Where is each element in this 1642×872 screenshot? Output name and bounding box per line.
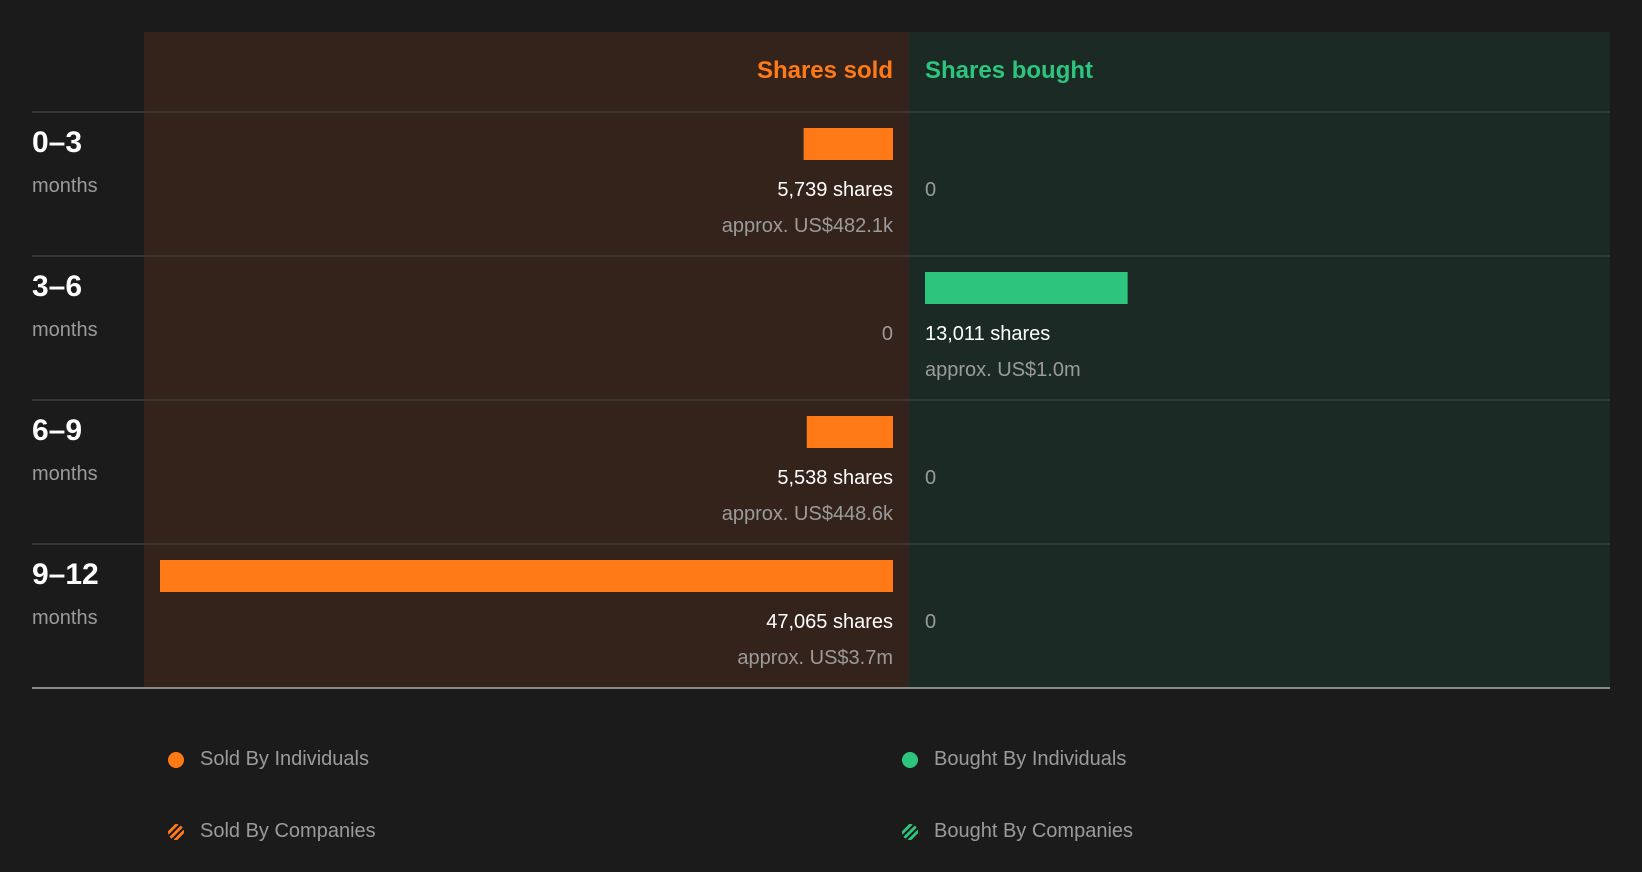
legend-bought-by-individuals[interactable]: Bought By Individuals	[902, 748, 1126, 771]
bought-zero-label: 0	[925, 179, 936, 201]
category-unit-label: months	[32, 175, 98, 197]
bought-companies-striped-dot-icon	[902, 823, 918, 840]
legend-bought-by-companies[interactable]: Bought By Companies	[902, 820, 1133, 843]
sold-bar	[160, 560, 893, 592]
legend-sold-by-companies[interactable]: Sold By Companies	[168, 820, 376, 843]
bought-value-label: approx. US$1.0m	[925, 359, 1081, 381]
shares-bought-header: Shares bought	[925, 57, 1093, 84]
sold-shares-label: 5,538 shares	[777, 467, 893, 489]
category-range-label: 0–3	[32, 126, 82, 159]
sold-companies-striped-dot-icon	[168, 823, 184, 840]
sold-bar	[806, 416, 893, 448]
legend-sold-by-individuals[interactable]: Sold By Individuals	[168, 748, 369, 771]
sold-value-label: approx. US$448.6k	[722, 503, 894, 525]
category-unit-label: months	[32, 463, 98, 485]
category-range-label: 3–6	[32, 270, 82, 303]
bought-bar	[925, 272, 1128, 304]
legend-label: Bought By Companies	[934, 820, 1134, 842]
bought-zero-label: 0	[925, 467, 936, 489]
bought-shares-label: 13,011 shares	[925, 323, 1050, 345]
category-unit-label: months	[32, 607, 98, 629]
category-range-label: 9–12	[32, 558, 99, 591]
category-unit-label: months	[32, 319, 98, 341]
sold-zero-label: 0	[882, 323, 893, 345]
legend-label: Bought By Individuals	[934, 748, 1127, 770]
sold-individuals-dot-icon	[168, 751, 184, 768]
legend-label: Sold By Individuals	[200, 748, 369, 770]
sold-value-label: approx. US$482.1k	[722, 215, 894, 237]
sold-bar	[803, 128, 893, 160]
shares-sold-header: Shares sold	[757, 57, 893, 84]
bought-individuals-dot-icon	[902, 751, 918, 768]
sold-shares-label: 47,065 shares	[766, 611, 893, 633]
legend-label: Sold By Companies	[200, 820, 376, 842]
category-range-label: 6–9	[32, 414, 82, 447]
bought-zero-label: 0	[925, 611, 936, 633]
sold-value-label: approx. US$3.7m	[737, 647, 893, 669]
insider-trading-chart: Shares sold Shares bought 0–3 months 5,739 s…	[32, 32, 1610, 689]
sold-shares-label: 5,739 shares	[777, 179, 893, 201]
legend: Sold By Individuals Sold By Companies Bo…	[0, 700, 1642, 872]
